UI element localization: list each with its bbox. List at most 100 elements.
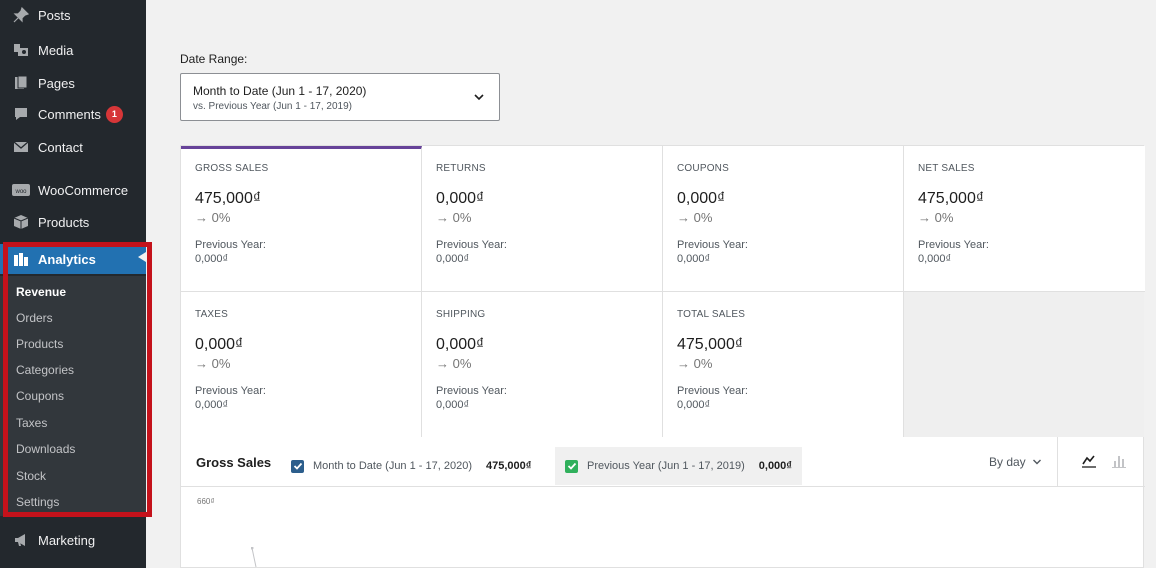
megaphone-icon <box>12 531 30 549</box>
date-range-secondary: vs. Previous Year (Jun 1 - 17, 2019) <box>193 101 352 112</box>
legend-label: Previous Year (Jun 1 - 17, 2019) <box>587 460 745 472</box>
sidebar-item-label: Pages <box>38 75 75 91</box>
divider <box>1057 437 1058 487</box>
checkbox-checked-icon[interactable] <box>565 459 578 473</box>
submenu-item-stock[interactable]: Stock <box>16 469 46 483</box>
stat-prev-value: 0,000₫ <box>677 399 711 411</box>
stat-prev-label: Previous Year: <box>436 239 507 251</box>
main-content: Date Range: Month to Date (Jun 1 - 17, 2… <box>146 0 1156 568</box>
legend-amount: 0,000₫ <box>758 460 792 472</box>
stat-taxes[interactable]: TAXES 0,000₫ → 0% Previous Year: 0,000₫ <box>181 292 422 438</box>
stat-delta: → 0% <box>195 356 231 371</box>
stat-prev-value: 0,000₫ <box>677 253 711 265</box>
summary-stats: GROSS SALES 475,000₫ → 0% Previous Year:… <box>180 145 1145 438</box>
stat-total-sales[interactable]: TOTAL SALES 475,000₫ → 0% Previous Year:… <box>663 292 904 438</box>
sidebar-item-products[interactable]: Products <box>0 209 146 235</box>
legend-previous-period[interactable]: Previous Year (Jun 1 - 17, 2019) 0,000₫ <box>555 447 802 485</box>
chevron-down-icon <box>474 94 484 101</box>
stat-prev-label: Previous Year: <box>677 385 748 397</box>
stat-delta: → 0% <box>436 356 472 371</box>
stat-coupons[interactable]: COUPONS 0,000₫ → 0% Previous Year: 0,000… <box>663 146 904 292</box>
sidebar-item-label: Comments <box>38 106 101 122</box>
submenu-item-orders[interactable]: Orders <box>16 311 53 325</box>
legend-label: Month to Date (Jun 1 - 17, 2020) <box>313 460 472 472</box>
sidebar-item-woocommerce[interactable]: woo WooCommerce <box>0 177 146 203</box>
stat-value: 0,000₫ <box>436 336 485 353</box>
stat-shipping[interactable]: SHIPPING 0,000₫ → 0% Previous Year: 0,00… <box>422 292 663 438</box>
comment-icon <box>12 105 30 123</box>
sidebar-item-label: Products <box>38 214 90 230</box>
stat-net-sales[interactable]: NET SALES 475,000₫ → 0% Previous Year: 0… <box>904 146 1145 292</box>
stat-prev-value: 0,000₫ <box>195 399 229 411</box>
woo-icon: woo <box>12 181 30 199</box>
stat-title: NET SALES <box>918 163 975 174</box>
submenu-item-revenue[interactable]: Revenue <box>16 285 66 299</box>
stat-empty-cell <box>904 292 1144 438</box>
sidebar-item-comments[interactable]: Comments 1 <box>0 101 146 127</box>
submenu-item-categories[interactable]: Categories <box>16 363 74 377</box>
sidebar-item-label: WooCommerce <box>38 182 129 198</box>
mail-icon <box>12 138 30 156</box>
media-icon <box>12 41 30 59</box>
submenu-item-products[interactable]: Products <box>16 337 63 351</box>
stat-value: 475,000₫ <box>677 336 744 353</box>
sidebar-item-posts[interactable]: Posts <box>0 2 146 28</box>
stat-title: RETURNS <box>436 163 486 174</box>
legend-current-period[interactable]: Month to Date (Jun 1 - 17, 2020) 475,000… <box>281 447 541 485</box>
sidebar-item-pages[interactable]: Pages <box>0 70 146 96</box>
stat-returns[interactable]: RETURNS 0,000₫ → 0% Previous Year: 0,000… <box>422 146 663 292</box>
sidebar-item-contact[interactable]: Contact <box>0 134 146 160</box>
pages-icon <box>12 74 30 92</box>
sidebar-item-media[interactable]: Media <box>0 37 146 63</box>
stat-gross-sales[interactable]: GROSS SALES 475,000₫ → 0% Previous Year:… <box>181 146 422 292</box>
date-range-label: Date Range: <box>180 52 248 66</box>
submenu-item-taxes[interactable]: Taxes <box>16 416 47 430</box>
stat-value: 0,000₫ <box>436 190 485 207</box>
submenu-item-coupons[interactable]: Coupons <box>16 389 64 403</box>
stat-prev-value: 0,000₫ <box>436 253 470 265</box>
stat-prev-label: Previous Year: <box>677 239 748 251</box>
y-axis-tick: 660₫ <box>197 497 215 506</box>
date-range-dropdown[interactable]: Month to Date (Jun 1 - 17, 2020) vs. Pre… <box>180 73 500 121</box>
sidebar-item-analytics[interactable]: Analytics <box>0 244 146 274</box>
stat-title: SHIPPING <box>436 309 486 320</box>
svg-text:woo: woo <box>14 189 27 195</box>
submenu-item-downloads[interactable]: Downloads <box>16 442 75 456</box>
stat-prev-value: 0,000₫ <box>918 253 952 265</box>
interval-select[interactable]: By day <box>989 455 1042 469</box>
interval-label: By day <box>989 455 1026 469</box>
checkbox-checked-icon[interactable] <box>291 459 304 473</box>
stat-title: GROSS SALES <box>195 163 269 174</box>
admin-sidebar: Posts Media Pages Comments 1 Contact woo… <box>0 0 146 568</box>
stat-prev-label: Previous Year: <box>195 385 266 397</box>
sidebar-item-label: Media <box>38 42 74 58</box>
submenu-item-settings[interactable]: Settings <box>16 495 59 509</box>
sidebar-item-label: Posts <box>38 7 71 23</box>
sidebar-item-label: Contact <box>38 139 83 155</box>
box-icon <box>12 213 30 231</box>
bar-chart-icon[interactable] <box>1111 453 1127 469</box>
stat-delta: → 0% <box>677 210 713 225</box>
chart-header: Gross Sales Month to Date (Jun 1 - 17, 2… <box>181 437 1145 487</box>
stat-prev-label: Previous Year: <box>918 239 989 251</box>
gross-sales-chart: Gross Sales Month to Date (Jun 1 - 17, 2… <box>180 437 1145 568</box>
stat-prev-value: 0,000₫ <box>436 399 470 411</box>
stat-title: COUPONS <box>677 163 729 174</box>
comments-count-badge: 1 <box>105 105 123 123</box>
stat-prev-label: Previous Year: <box>436 385 507 397</box>
chevron-down-icon <box>1032 459 1041 465</box>
stat-value: 475,000₫ <box>195 190 262 207</box>
stat-delta: → 0% <box>436 210 472 225</box>
stat-delta: → 0% <box>195 210 231 225</box>
legend-amount: 475,000₫ <box>485 460 532 472</box>
stat-value: 0,000₫ <box>677 190 726 207</box>
line-chart-icon[interactable] <box>1081 453 1097 469</box>
chart-title: Gross Sales <box>196 455 272 470</box>
sidebar-item-marketing[interactable]: Marketing <box>0 527 146 553</box>
stat-prev-label: Previous Year: <box>195 239 266 251</box>
stat-title: TOTAL SALES <box>677 309 746 320</box>
stat-prev-value: 0,000₫ <box>195 253 229 265</box>
sidebar-item-label: Analytics <box>38 251 96 267</box>
analytics-submenu: Revenue Orders Products Categories Coupo… <box>0 276 146 516</box>
chart-line-segment <box>251 547 257 568</box>
